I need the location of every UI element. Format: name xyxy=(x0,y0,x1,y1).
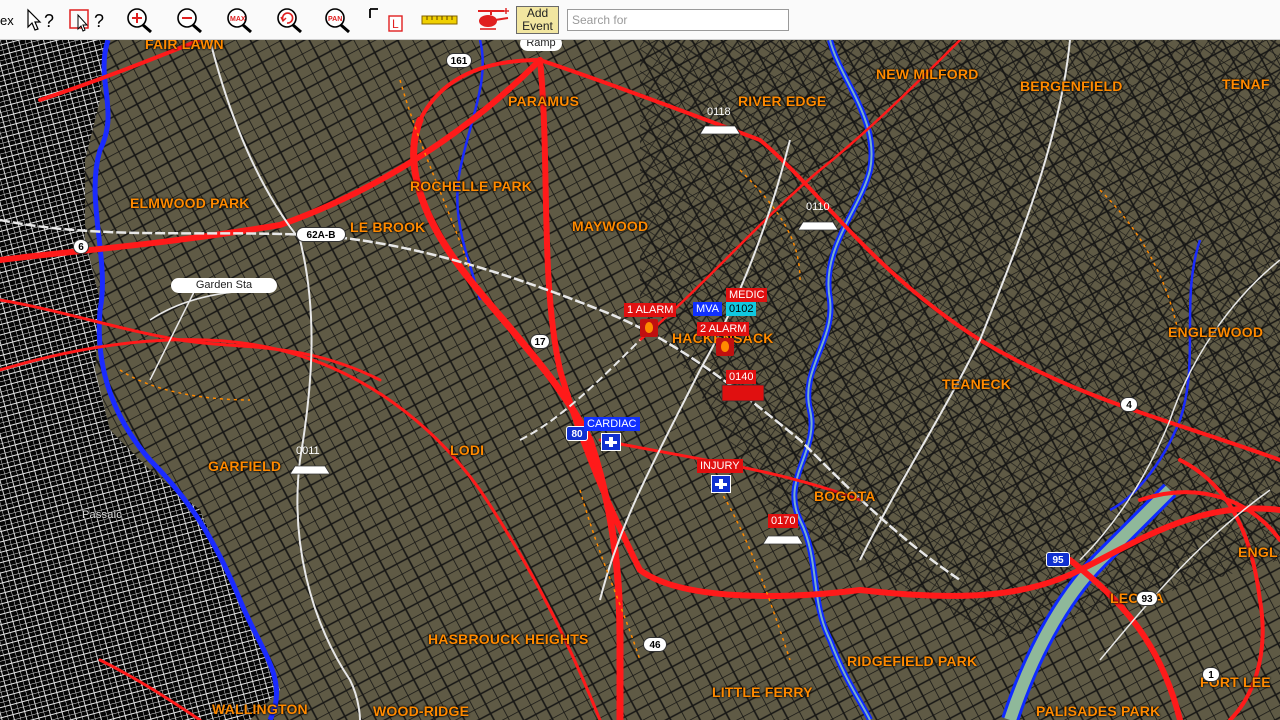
place-rochelle-park: ROCHELLE PARK xyxy=(410,178,533,194)
place-palisades-park: PALISADES PARK xyxy=(1036,703,1161,719)
unit-0118[interactable]: 0118 xyxy=(707,106,731,118)
place-saddle-brook: LE BROOK xyxy=(350,219,426,235)
svg-text:?: ? xyxy=(44,11,54,31)
place-garfield: GARFIELD xyxy=(208,458,282,474)
place-little-ferry: LITTLE FERRY xyxy=(712,684,813,700)
route-shield-1: 1 xyxy=(1202,667,1220,682)
unit-0110[interactable]: 0110 xyxy=(806,201,830,213)
svg-text:PAN: PAN xyxy=(328,16,342,23)
interstate-shield-95: 95 xyxy=(1046,552,1070,567)
place-tenafly: TENAF xyxy=(1222,76,1270,92)
add-event-label-line2: Event xyxy=(522,19,553,33)
unit-0140[interactable]: 0140 xyxy=(726,370,757,384)
event-mva[interactable]: MVA xyxy=(693,302,723,316)
event-medic[interactable]: MEDIC xyxy=(726,288,768,302)
route-shield-4: 4 xyxy=(1120,397,1138,412)
garden-state-label: Garden Sta xyxy=(171,278,277,293)
medical-icon-injury xyxy=(711,475,731,493)
pan-button[interactable]: PAN xyxy=(322,4,354,36)
zoom-max-button[interactable]: MAX xyxy=(224,4,256,36)
zoom-in-button[interactable] xyxy=(124,4,156,36)
ramp-label: Ramp xyxy=(520,40,562,51)
place-ridgefield-park: RIDGEFIELD PARK xyxy=(847,653,978,669)
place-englewood: ENGLEWOOD xyxy=(1168,324,1264,340)
place-englewood-cliffs: ENGL xyxy=(1238,544,1278,560)
svg-text:MAX: MAX xyxy=(230,16,246,23)
map-toolbar: ex ? ? MAX PAN L Add Event xyxy=(0,0,1280,40)
fire-icon-2-alarm xyxy=(716,338,734,356)
zoom-out-icon xyxy=(177,8,202,34)
place-elmwood-park: ELMWOOD PARK xyxy=(130,195,250,211)
route-shield-161: 161 xyxy=(446,53,472,68)
helicopter-icon xyxy=(478,8,509,30)
event-cardiac[interactable]: CARDIAC xyxy=(584,417,640,431)
place-bogota: BOGOTA xyxy=(814,488,876,504)
ladder-icon-0140 xyxy=(721,384,765,402)
svg-text:L: L xyxy=(392,17,399,31)
box-select-help-icon: ? xyxy=(69,9,104,32)
event-1-alarm[interactable]: 1 ALARM xyxy=(624,303,677,317)
unit-0102[interactable]: 0102 xyxy=(726,302,757,316)
event-injury[interactable]: INJURY xyxy=(697,459,743,473)
place-bergenfield: BERGENFIELD xyxy=(1020,78,1123,94)
place-maywood: MAYWOOD xyxy=(572,218,649,234)
route-shield-93: 93 xyxy=(1136,591,1158,606)
car-icon-0118 xyxy=(699,125,741,135)
ruler-icon xyxy=(421,15,458,25)
fire-icon-1-alarm xyxy=(640,319,658,337)
place-new-milford: NEW MILFORD xyxy=(876,66,979,82)
measure-button[interactable] xyxy=(420,4,460,36)
route-shield-6: 6 xyxy=(73,239,89,254)
box-select-help-button[interactable]: ? xyxy=(66,4,110,36)
place-lodi: LODI xyxy=(450,442,485,458)
zoom-max-icon: MAX xyxy=(227,8,252,34)
search-input[interactable] xyxy=(567,9,789,31)
label-tool-button[interactable]: L xyxy=(366,4,406,36)
zoom-previous-button[interactable] xyxy=(274,4,306,36)
pan-icon: PAN xyxy=(325,8,350,34)
place-teaneck: TEANECK xyxy=(942,376,1012,392)
unit-0011[interactable]: 0011 xyxy=(296,445,320,457)
route-shield-17: 17 xyxy=(530,334,550,349)
pointer-help-icon: ? xyxy=(27,8,54,31)
place-river-edge: RIVER EDGE xyxy=(738,93,827,109)
zoom-rotate-icon xyxy=(277,8,302,34)
place-paramus: PARAMUS xyxy=(508,93,580,109)
route-shield-46: 46 xyxy=(643,637,667,652)
place-fair-lawn: FAIR LAWN xyxy=(145,40,224,52)
map-drawing xyxy=(0,40,1280,720)
place-hasbrouck-heights: HASBROUCK HEIGHTS xyxy=(428,631,589,647)
unit-0170[interactable]: 0170 xyxy=(768,514,799,528)
car-icon-0011 xyxy=(289,465,331,475)
place-wallington: WALLINGTON xyxy=(212,701,308,717)
medical-icon-cardiac xyxy=(601,433,621,451)
exit-label-62a-b: 62A-B xyxy=(296,227,346,242)
label-tool-icon: L xyxy=(369,8,403,32)
pointer-help-button[interactable]: ? xyxy=(24,4,58,36)
car-icon-0170 xyxy=(762,535,804,545)
event-2-alarm[interactable]: 2 ALARM xyxy=(697,322,750,336)
svg-text:?: ? xyxy=(94,11,104,31)
toolbar-cut-label: ex xyxy=(0,12,14,28)
zoom-in-icon xyxy=(127,8,152,34)
add-event-button[interactable]: Add Event xyxy=(516,6,559,34)
place-wood-ridge: WOOD-RIDGE xyxy=(373,703,470,719)
helicopter-button[interactable] xyxy=(470,4,512,36)
car-icon-0110 xyxy=(797,221,839,231)
map-canvas[interactable]: FAIR LAWN PARAMUS RIVER EDGE NEW MILFORD… xyxy=(0,40,1280,720)
zoom-out-button[interactable] xyxy=(174,4,206,36)
place-passaic: Passaic xyxy=(82,509,122,521)
